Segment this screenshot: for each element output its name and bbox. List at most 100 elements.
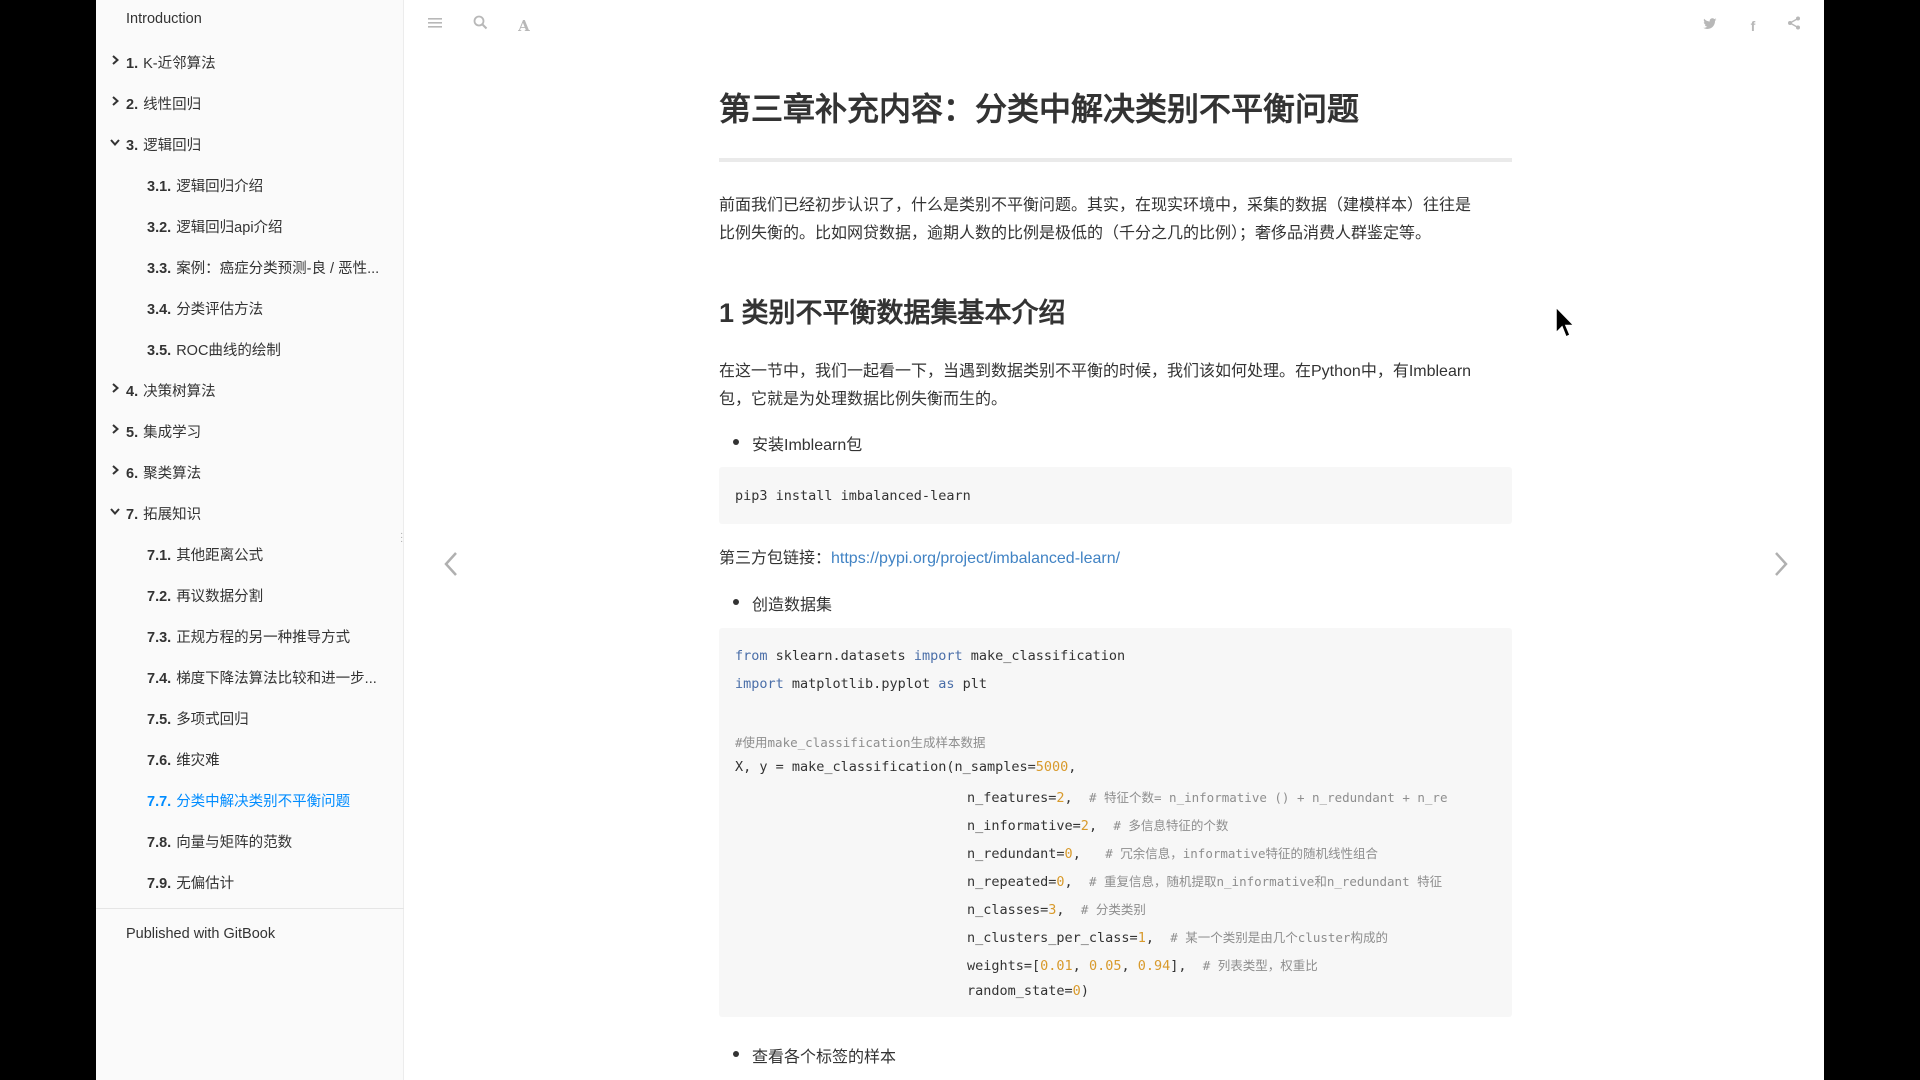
chevron-down-icon[interactable] xyxy=(108,505,122,519)
chevron-right-icon[interactable] xyxy=(108,95,122,109)
sidebar-item-7-5[interactable]: 7.5. 多项式回归 xyxy=(96,697,404,738)
sidebar-item-number: 3.5. xyxy=(147,343,172,359)
sidebar-item-label: 2. 线性回归 xyxy=(126,93,201,114)
sidebar-resize-handle[interactable]: · · · xyxy=(400,529,403,547)
sidebar-item-number: 3.3. xyxy=(147,261,172,277)
chevron-right-icon[interactable] xyxy=(108,464,122,478)
sidebar-item-label: 3. 逻辑回归 xyxy=(126,134,201,155)
sidebar-item-label: 5. 集成学习 xyxy=(126,421,201,442)
sidebar-item-2[interactable]: 2. 线性回归 xyxy=(96,82,404,123)
chevron-right-icon[interactable] xyxy=(108,382,122,396)
chevron-right-icon[interactable] xyxy=(108,54,122,68)
sidebar-item-text: 拓展知识 xyxy=(143,507,202,523)
sidebar-item-number: 7.1. xyxy=(147,548,172,564)
mouse-cursor-icon xyxy=(1555,305,1577,345)
sidebar-item-label: 7.8. 向量与矩阵的范数 xyxy=(147,831,292,852)
sidebar-item-text: 向量与矩阵的范数 xyxy=(176,835,293,851)
twitter-icon[interactable] xyxy=(1698,14,1722,38)
search-icon[interactable] xyxy=(468,14,492,38)
sidebar-item-label: 3.2. 逻辑回归api介绍 xyxy=(147,216,283,237)
sidebar-item-7-7[interactable]: 7.7. 分类中解决类别不平衡问题 xyxy=(96,779,404,820)
sidebar-item-6[interactable]: 6. 聚类算法 xyxy=(96,451,404,492)
sidebar-item-3-4[interactable]: 3.4. 分类评估方法 xyxy=(96,287,404,328)
sidebar-item-7-1[interactable]: 7.1. 其他距离公式 xyxy=(96,533,404,574)
sidebar-item-7-6[interactable]: 7.6. 维灾难 xyxy=(96,738,404,779)
sidebar-item-text: 多项式回归 xyxy=(176,712,249,728)
chevron-down-icon[interactable] xyxy=(108,136,122,150)
code-block-install[interactable]: pip3 install imbalanced-learn xyxy=(719,467,1512,524)
code-line: weights=[0.01, 0.05, 0.94], # 列表类型，权重比 xyxy=(967,958,1318,974)
sidebar-item-text: 决策树算法 xyxy=(143,384,216,400)
sidebar-item-introduction[interactable]: Introduction xyxy=(96,0,404,41)
code-block-dataset[interactable]: from sklearn.datasets import make_classi… xyxy=(719,628,1512,1017)
pypi-link[interactable]: https://pypi.org/project/imbalanced-lear… xyxy=(831,550,1120,567)
list-item: 创造数据集 xyxy=(732,591,833,615)
sidebar-item-3-1[interactable]: 3.1. 逻辑回归介绍 xyxy=(96,164,404,205)
sidebar-item-7-9[interactable]: 7.9. 无偏估计 xyxy=(96,861,404,902)
sidebar-item-7[interactable]: 7. 拓展知识 xyxy=(96,492,404,533)
sidebar-item-7-3[interactable]: 7.3. 正规方程的另一种推导方式 xyxy=(96,615,404,656)
section-paragraph: 在这一节中，我们一起看一下，当遇到数据类别不平衡的时候，我们该如何处理。在Pyt… xyxy=(719,358,1514,414)
sidebar-item-number: 2. xyxy=(126,97,139,113)
sidebar-item-label: 4. 决策树算法 xyxy=(126,380,216,401)
code-line: import matplotlib.pyplot as plt xyxy=(735,676,987,692)
sidebar-item-text: 无偏估计 xyxy=(176,876,235,892)
sidebar-item-3-5[interactable]: 3.5. ROC曲线的绘制 xyxy=(96,328,404,369)
sidebar-item-label: 7.1. 其他距离公式 xyxy=(147,544,263,565)
font-settings-icon[interactable]: A xyxy=(512,14,536,38)
sidebar-item-3-2[interactable]: 3.2. 逻辑回归api介绍 xyxy=(96,205,404,246)
chevron-right-icon[interactable] xyxy=(108,423,122,437)
code-line: pip3 install imbalanced-learn xyxy=(735,488,971,504)
sidebar-item-number: 7.6. xyxy=(147,753,172,769)
sidebar-item-label: 3.1. 逻辑回归介绍 xyxy=(147,175,263,196)
sidebar-item-label: Introduction xyxy=(126,11,202,27)
page-title: 第三章补充内容：分类中解决类别不平衡问题 xyxy=(719,91,1360,127)
bullet-text: 查看各个标签的样本 xyxy=(752,1049,897,1066)
sidebar-item-3-3[interactable]: 3.3. 案例：癌症分类预测-良 / 恶性... xyxy=(96,246,404,287)
sidebar-item-number: 7.9. xyxy=(147,876,172,892)
share-icon[interactable] xyxy=(1782,14,1806,38)
intro-line-2: 比例失衡的。比如网贷数据，逾期人数的比例是极低的（千分之几的比例）；奢侈品消费人… xyxy=(719,225,1432,242)
sidebar-item-1[interactable]: 1. K-近邻算法 xyxy=(96,41,404,82)
sidebar-item-number: 7.7. xyxy=(147,794,172,810)
intro-paragraph: 前面我们已经初步认识了，什么是类别不平衡问题。其实，在现实环境中，采集的数据（建… xyxy=(719,192,1514,248)
section-heading: 1 类别不平衡数据集基本介绍 xyxy=(719,298,1066,328)
code-line: from sklearn.datasets import make_classi… xyxy=(735,648,1126,664)
sidebar-item-label: 1. K-近邻算法 xyxy=(126,52,216,73)
sidebar-item-text: 其他距离公式 xyxy=(176,548,264,564)
sidebar-item-number: 7.3. xyxy=(147,630,172,646)
sidebar-item-text: 再议数据分割 xyxy=(176,589,264,605)
sidebar-item-5[interactable]: 5. 集成学习 xyxy=(96,410,404,451)
bullet-text: 安装Imblearn包 xyxy=(752,437,863,454)
code-comment: #使用make_classification生成样本数据 xyxy=(735,735,986,750)
sidebar-item-7-8[interactable]: 7.8. 向量与矩阵的范数 xyxy=(96,820,404,861)
sidebar-item-number: 7.2. xyxy=(147,589,172,605)
code-line: random_state=0) xyxy=(967,983,1089,999)
sidebar-item-label: 7.5. 多项式回归 xyxy=(147,708,249,729)
sidebar-item-label: 3.4. 分类评估方法 xyxy=(147,298,263,319)
sidebar-item-text: 逻辑回归 xyxy=(143,138,202,154)
sidebar-item-3[interactable]: 3. 逻辑回归 xyxy=(96,123,404,164)
gitbook-window: Introduction 1. K-近邻算法 2. 线性回归 3. 逻辑回归 3.1. 逻辑回… xyxy=(96,0,1824,1080)
published-with-gitbook-link[interactable]: Published with GitBook xyxy=(126,926,275,942)
list-item: 安装Imblearn包 xyxy=(732,431,863,455)
link-label: 第三方包链接： xyxy=(719,550,832,567)
sidebar-item-label: 3.3. 案例：癌症分类预测-良 / 恶性... xyxy=(147,257,379,278)
bullet-text: 创造数据集 xyxy=(752,597,833,614)
code-line: X, y = make_classification(n_samples=500… xyxy=(735,759,1077,775)
sidebar-item-7-4[interactable]: 7.4. 梯度下降法算法比较和进一步... xyxy=(96,656,404,697)
sidebar-item-text: 集成学习 xyxy=(143,425,202,441)
previous-page-arrow[interactable] xyxy=(436,550,466,584)
section-line-1: 在这一节中，我们一起看一下，当遇到数据类别不平衡的时候，我们该如何处理。在Pyt… xyxy=(719,363,1472,380)
section-line-2: 包，它就是为处理数据比例失衡而生的。 xyxy=(719,391,1008,408)
menu-icon[interactable] xyxy=(423,14,447,38)
sidebar-item-number: 3. xyxy=(126,138,139,154)
next-page-arrow[interactable] xyxy=(1766,550,1796,584)
code-line: n_clusters_per_class=1, # 某一个类别是由几个clust… xyxy=(967,930,1388,946)
sidebar-item-4[interactable]: 4. 决策树算法 xyxy=(96,369,404,410)
sidebar-item-7-2[interactable]: 7.2. 再议数据分割 xyxy=(96,574,404,615)
sidebar-item-number: 3.2. xyxy=(147,220,172,236)
third-party-link-line: 第三方包链接：https://pypi.org/project/imbalanc… xyxy=(719,545,1514,573)
sidebar-item-text: 案例：癌症分类预测-良 / 恶性... xyxy=(176,261,380,277)
facebook-icon[interactable]: f xyxy=(1741,14,1765,38)
